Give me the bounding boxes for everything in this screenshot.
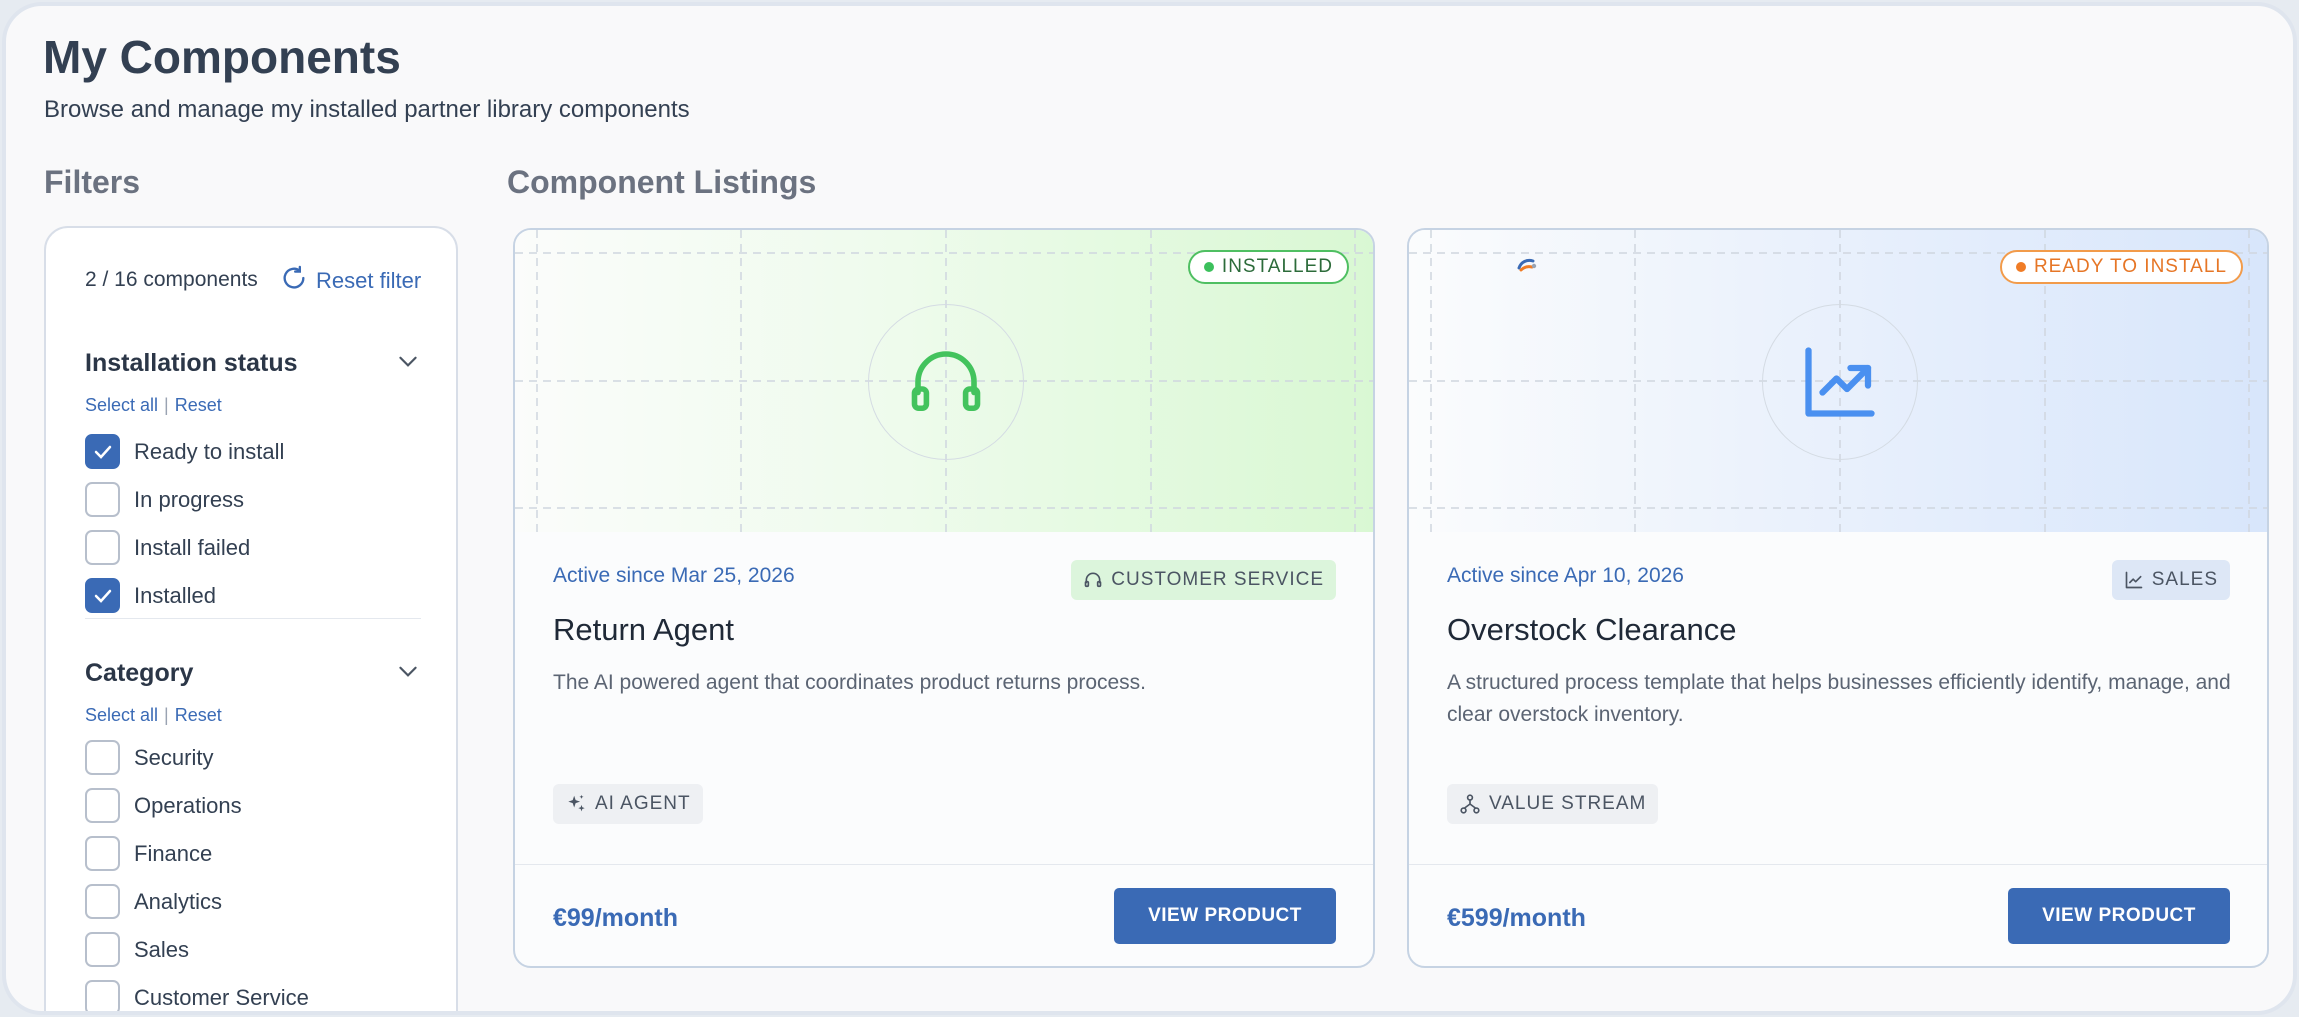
type-tag: VALUE STREAM <box>1447 784 1659 824</box>
view-product-button[interactable]: VIEW PRODUCT <box>1114 888 1336 944</box>
status-badge: INSTALLED <box>1187 250 1349 284</box>
filter-option-operations[interactable]: Operations <box>85 788 242 823</box>
group-title: Installation status <box>85 349 298 377</box>
card-description: A structured process template that helps… <box>1447 671 2231 726</box>
card-title: Return Agent <box>553 612 734 647</box>
type-label: VALUE STREAM <box>1489 793 1647 814</box>
page-title: My Components <box>43 31 401 83</box>
price: €599/month <box>1447 904 1586 932</box>
category-label: CUSTOMER SERVICE <box>1111 569 1324 590</box>
component-card[interactable]: READY TO INSTALL Active since Apr 10, 20… <box>1407 228 2269 968</box>
page-subtitle: Browse and manage my installed partner l… <box>44 96 690 123</box>
reset-filter-button[interactable]: Reset filter <box>280 264 421 298</box>
checkbox[interactable] <box>85 530 120 565</box>
status-dot <box>2015 262 2026 272</box>
divider <box>85 618 421 619</box>
option-label: In progress <box>134 486 245 512</box>
hero-icon-circle <box>1762 304 1918 460</box>
status-text: INSTALLED <box>1221 256 1333 277</box>
divider <box>515 864 1373 865</box>
filter-option-installed[interactable]: Installed <box>85 578 216 613</box>
status-text: READY TO INSTALL <box>2033 256 2227 277</box>
filter-option-finance[interactable]: Finance <box>85 836 212 871</box>
group-title: Category <box>85 659 194 687</box>
chevron-down-icon[interactable] <box>395 348 421 379</box>
checkbox[interactable] <box>85 740 120 775</box>
checkbox[interactable] <box>85 578 120 613</box>
filter-option-analytics[interactable]: Analytics <box>85 884 222 919</box>
price: €99/month <box>553 904 679 932</box>
option-label: Operations <box>134 792 242 818</box>
component-card[interactable]: INSTALLED Active since Mar 25, 2026 CUST… <box>513 228 1375 968</box>
filter-option-security[interactable]: Security <box>85 740 213 775</box>
option-label: Ready to install <box>134 438 285 464</box>
app-frame: My Components Browse and manage my insta… <box>2 2 2297 1015</box>
chevron-down-icon[interactable] <box>395 658 421 689</box>
reset-link[interactable]: Reset <box>175 705 222 725</box>
headset-icon <box>911 351 981 412</box>
filter-option-in-progress[interactable]: In progress <box>85 482 244 517</box>
select-all-link[interactable]: Select all <box>85 705 158 725</box>
filter-option-ready-to-install[interactable]: Ready to install <box>85 434 284 469</box>
refresh-icon <box>280 264 308 298</box>
card-description: The AI powered agent that coordinates pr… <box>553 671 1147 694</box>
category-group-header[interactable]: Category <box>85 658 421 689</box>
card-hero: READY TO INSTALL <box>1409 230 2267 532</box>
select-all-link[interactable]: Select all <box>85 395 158 415</box>
checkbox[interactable] <box>85 884 120 919</box>
active-since: Active since Mar 25, 2026 <box>553 564 795 587</box>
sparkles-icon <box>568 794 585 812</box>
installation-status-group-header[interactable]: Installation status <box>85 348 421 379</box>
option-label: Security <box>134 744 214 770</box>
option-label: Sales <box>134 936 190 962</box>
status-dot <box>1203 262 1214 272</box>
divider <box>1409 864 2267 865</box>
trending-chart-icon <box>1805 347 1875 417</box>
option-label: Finance <box>134 840 213 866</box>
check-icon <box>94 589 111 603</box>
check-icon <box>94 445 111 459</box>
checkbox[interactable] <box>85 434 120 469</box>
active-since: Active since Apr 10, 2026 <box>1447 564 1684 587</box>
view-product-button[interactable]: VIEW PRODUCT <box>2008 888 2230 944</box>
reset-link[interactable]: Reset <box>175 395 222 415</box>
option-label: Installed <box>134 582 216 608</box>
category-badge: SALES <box>2111 560 2230 600</box>
component-count: 2 / 16 components <box>85 268 258 291</box>
listings-heading: Component Listings <box>507 164 817 200</box>
checkbox[interactable] <box>85 932 120 967</box>
filter-option-sales[interactable]: Sales <box>85 932 189 967</box>
card-title: Overstock Clearance <box>1447 612 1737 647</box>
option-label: Analytics <box>134 888 223 914</box>
filters-heading: Filters <box>44 164 141 200</box>
status-badge: READY TO INSTALL <box>1999 250 2243 284</box>
hierarchy-icon <box>1460 794 1480 814</box>
headset-icon <box>1084 572 1102 588</box>
reset-filter-label: Reset filter <box>316 268 422 293</box>
checkbox[interactable] <box>85 980 120 1011</box>
partner-logo-icon <box>1517 258 1537 272</box>
checkbox[interactable] <box>85 836 120 871</box>
filter-panel: 2 / 16 components Reset filter Installat… <box>44 226 458 1011</box>
line-chart-icon <box>2125 571 2143 589</box>
checkbox[interactable] <box>85 788 120 823</box>
option-label: Install failed <box>134 534 251 560</box>
checkbox[interactable] <box>85 482 120 517</box>
filter-option-install-failed[interactable]: Install failed <box>85 530 250 565</box>
group-actions: Select all | Reset <box>85 395 222 415</box>
hero-icon-circle <box>868 304 1024 460</box>
option-label: Customer Service <box>134 984 309 1010</box>
type-label: AI AGENT <box>595 793 691 814</box>
category-label: SALES <box>2151 569 2218 590</box>
card-hero: INSTALLED <box>515 230 1373 532</box>
group-actions: Select all | Reset <box>85 705 222 725</box>
category-badge: CUSTOMER SERVICE <box>1071 560 1336 600</box>
type-tag: AI AGENT <box>553 784 703 824</box>
filter-option-customer-service[interactable]: Customer Service <box>85 980 309 1011</box>
